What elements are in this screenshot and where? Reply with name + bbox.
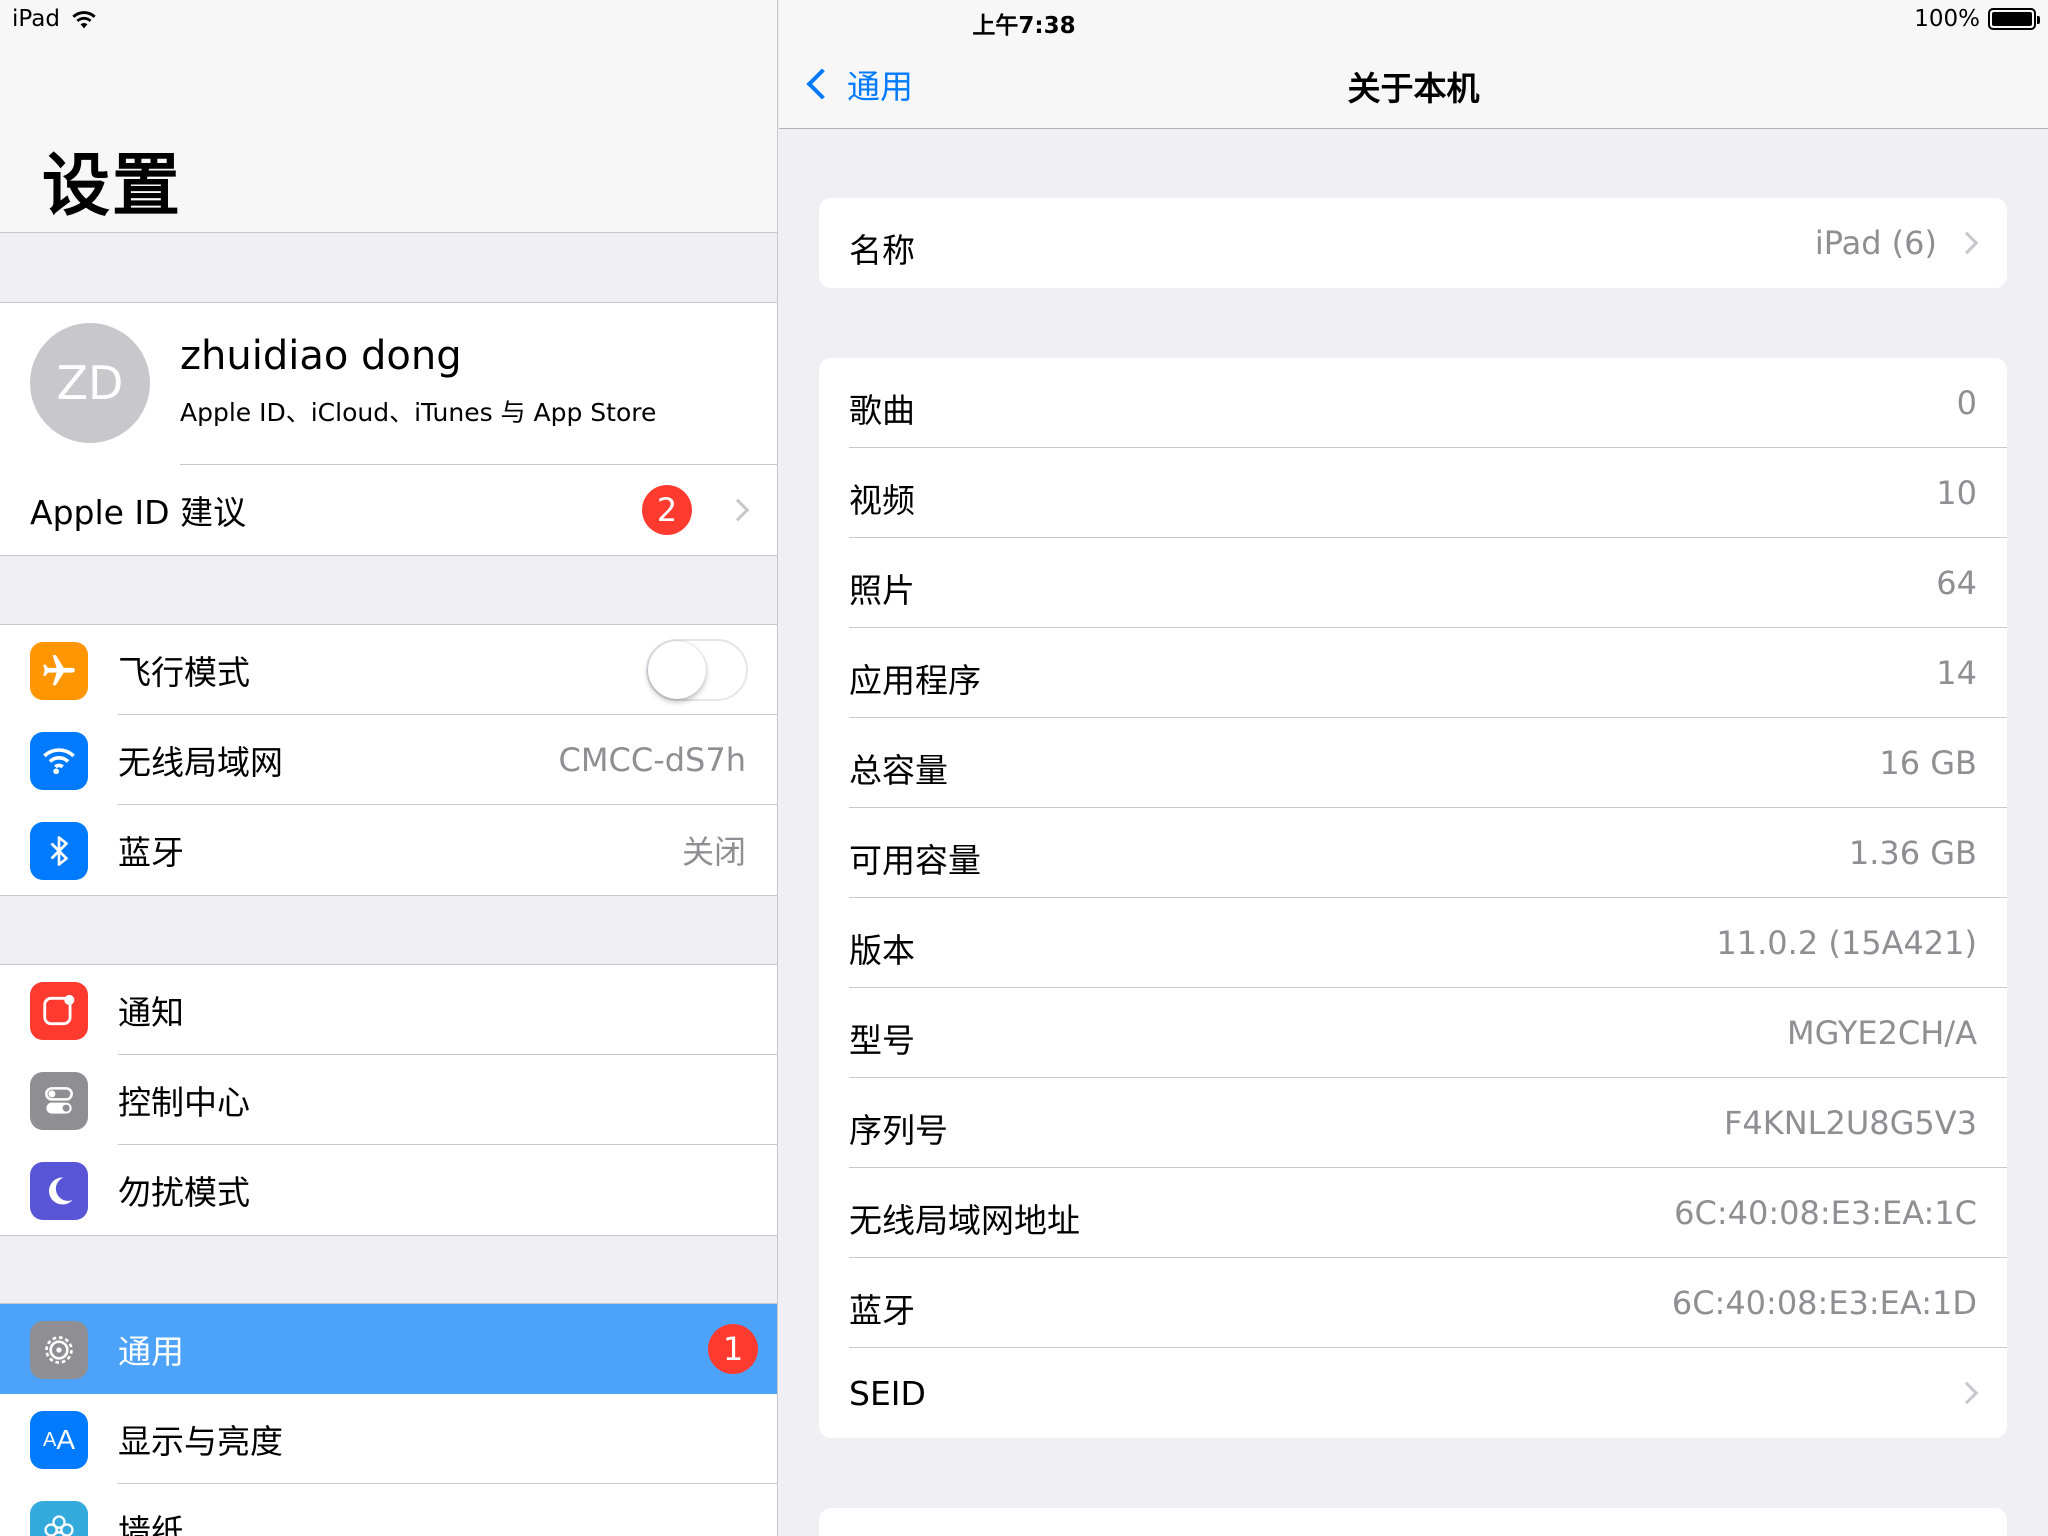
name-card: 名称 iPad (6) [819, 198, 2007, 288]
sidebar-item-display-brightness[interactable]: AA 显示与亮度 [0, 1394, 777, 1484]
info-value: 1.36 GB [1848, 834, 1977, 872]
info-row-videos: 视频 10 [819, 448, 2007, 538]
info-row-available: 可用容量 1.36 GB [819, 808, 2007, 898]
battery-percent: 100% [1914, 6, 1980, 32]
display-icon: AA [30, 1411, 88, 1469]
chevron-right-icon [726, 498, 750, 522]
info-label: 序列号 [849, 1111, 948, 1150]
bluetooth-status-value: 关闭 [681, 833, 746, 871]
info-row-applications: 应用程序 14 [819, 628, 2007, 718]
wallpaper-icon [30, 1501, 88, 1536]
info-row-seid[interactable]: SEID [819, 1348, 2007, 1438]
name-row[interactable]: 名称 iPad (6) [819, 198, 2007, 288]
info-row-wifi-address: 无线局域网地址 6C:40:08:E3:EA:1C [819, 1168, 2007, 1258]
info-value: 11.0.2 (15A421) [1716, 924, 1977, 962]
info-value: 10 [1936, 474, 1977, 512]
sidebar-item-notifications[interactable]: 通知 [0, 965, 777, 1055]
info-value: 6C:40:08:E3:EA:1C [1674, 1194, 1977, 1232]
profile-subtitle: Apple ID、iCloud、iTunes 与 App Store [180, 398, 657, 427]
battery-icon [1988, 8, 2040, 30]
sidebar-item-general[interactable]: 通用 1 [0, 1304, 777, 1394]
system-group: 通知 控制中心 勿扰模式 [0, 964, 777, 1236]
sidebar-item-label: 显示与亮度 [118, 1422, 283, 1461]
info-label: 总容量 [849, 751, 948, 790]
next-card [819, 1508, 2007, 1536]
apple-id-suggestions-label: Apple ID 建议 [30, 493, 247, 532]
info-value: 64 [1936, 564, 1977, 602]
sidebar-item-wallpaper[interactable]: 墙纸 [0, 1484, 777, 1536]
name-label: 名称 [849, 231, 915, 270]
info-label: 可用容量 [849, 841, 981, 880]
moon-icon [30, 1162, 88, 1220]
bluetooth-icon [30, 822, 88, 880]
apple-id-suggestions-row[interactable]: Apple ID 建议 2 [0, 465, 777, 555]
info-value: 0 [1956, 384, 1977, 422]
control-center-icon [30, 1072, 88, 1130]
chevron-right-icon [1955, 231, 1979, 255]
sidebar-item-airplane-mode[interactable]: 飞行模式 [0, 625, 777, 715]
avatar: ZD [30, 323, 150, 443]
profile-name: zhuidiao dong [180, 333, 462, 379]
status-bar: iPad 上午7:38 100% [0, 0, 2048, 40]
sidebar-item-label: 通用 [118, 1332, 184, 1371]
info-row-songs: 歌曲 0 [819, 358, 2007, 448]
toggle-knob [648, 641, 706, 699]
sidebar-item-label: 飞行模式 [118, 653, 250, 692]
notifications-icon [30, 982, 88, 1040]
info-label: SEID [849, 1374, 926, 1413]
sidebar-item-label: 勿扰模式 [118, 1173, 250, 1212]
settings-sidebar: 设置 ZD zhuidiao dong Apple ID、iCloud、iTun… [0, 0, 778, 1536]
info-label: 应用程序 [849, 661, 981, 700]
nav-title: 关于本机 [1347, 69, 1480, 108]
info-value: F4KNL2U8G5V3 [1723, 1104, 1977, 1142]
info-label: 视频 [849, 481, 915, 520]
profile-group: ZD zhuidiao dong Apple ID、iCloud、iTunes … [0, 302, 777, 556]
sidebar-item-wifi[interactable]: 无线局域网 CMCC-dS7h [0, 715, 777, 805]
info-row-model: 型号 MGYE2CH/A [819, 988, 2007, 1078]
suggestions-badge: 2 [642, 485, 692, 535]
general-badge: 1 [708, 1324, 758, 1374]
about-detail-pane: 通用 关于本机 名称 iPad (6) 歌曲 0 视频 10 照片 64 应用程… [779, 0, 2048, 1536]
sidebar-item-bluetooth[interactable]: 蓝牙 关闭 [0, 805, 777, 895]
airplane-mode-toggle[interactable] [646, 639, 748, 701]
status-time: 上午7:38 [972, 13, 1076, 39]
page-title: 设置 [42, 147, 183, 226]
device-name-value: iPad (6) [1814, 224, 1937, 262]
info-label: 歌曲 [849, 391, 915, 430]
chevron-right-icon [1955, 1381, 1979, 1405]
wifi-network-value: CMCC-dS7h [558, 741, 746, 779]
info-row-capacity: 总容量 16 GB [819, 718, 2007, 808]
info-value: 16 GB [1879, 744, 1977, 782]
info-label: 型号 [849, 1021, 915, 1060]
gear-icon [30, 1321, 88, 1379]
info-label: 无线局域网地址 [849, 1201, 1080, 1240]
airplane-icon [30, 642, 88, 700]
profile-row[interactable]: ZD zhuidiao dong Apple ID、iCloud、iTunes … [0, 303, 777, 465]
info-label: 蓝牙 [849, 1291, 915, 1330]
sidebar-item-do-not-disturb[interactable]: 勿扰模式 [0, 1145, 777, 1235]
info-value: MGYE2CH/A [1786, 1014, 1977, 1052]
sidebar-item-label: 控制中心 [118, 1083, 250, 1122]
general-group: 通用 1 AA 显示与亮度 墙纸 [0, 1303, 777, 1536]
info-row-photos: 照片 64 [819, 538, 2007, 628]
info-card: 歌曲 0 视频 10 照片 64 应用程序 14 总容量 16 GB 可用容量 … [819, 358, 2007, 1438]
connectivity-group: 飞行模式 无线局域网 CMCC-dS7h 蓝牙 关闭 [0, 624, 777, 896]
sidebar-item-label: 墙纸 [118, 1512, 184, 1536]
info-value: 14 [1936, 654, 1977, 692]
info-label: 照片 [849, 571, 915, 610]
info-row-serial: 序列号 F4KNL2U8G5V3 [819, 1078, 2007, 1168]
wifi-icon [30, 732, 88, 790]
status-right: 100% [1914, 6, 2040, 32]
info-label: 版本 [849, 931, 915, 970]
sidebar-item-label: 蓝牙 [118, 833, 184, 872]
info-row-bluetooth: 蓝牙 6C:40:08:E3:EA:1D [819, 1258, 2007, 1348]
info-row-version: 版本 11.0.2 (15A421) [819, 898, 2007, 988]
sidebar-item-label: 通知 [118, 993, 184, 1032]
info-value: 6C:40:08:E3:EA:1D [1671, 1284, 1977, 1322]
sidebar-item-control-center[interactable]: 控制中心 [0, 1055, 777, 1145]
sidebar-item-label: 无线局域网 [118, 743, 283, 782]
